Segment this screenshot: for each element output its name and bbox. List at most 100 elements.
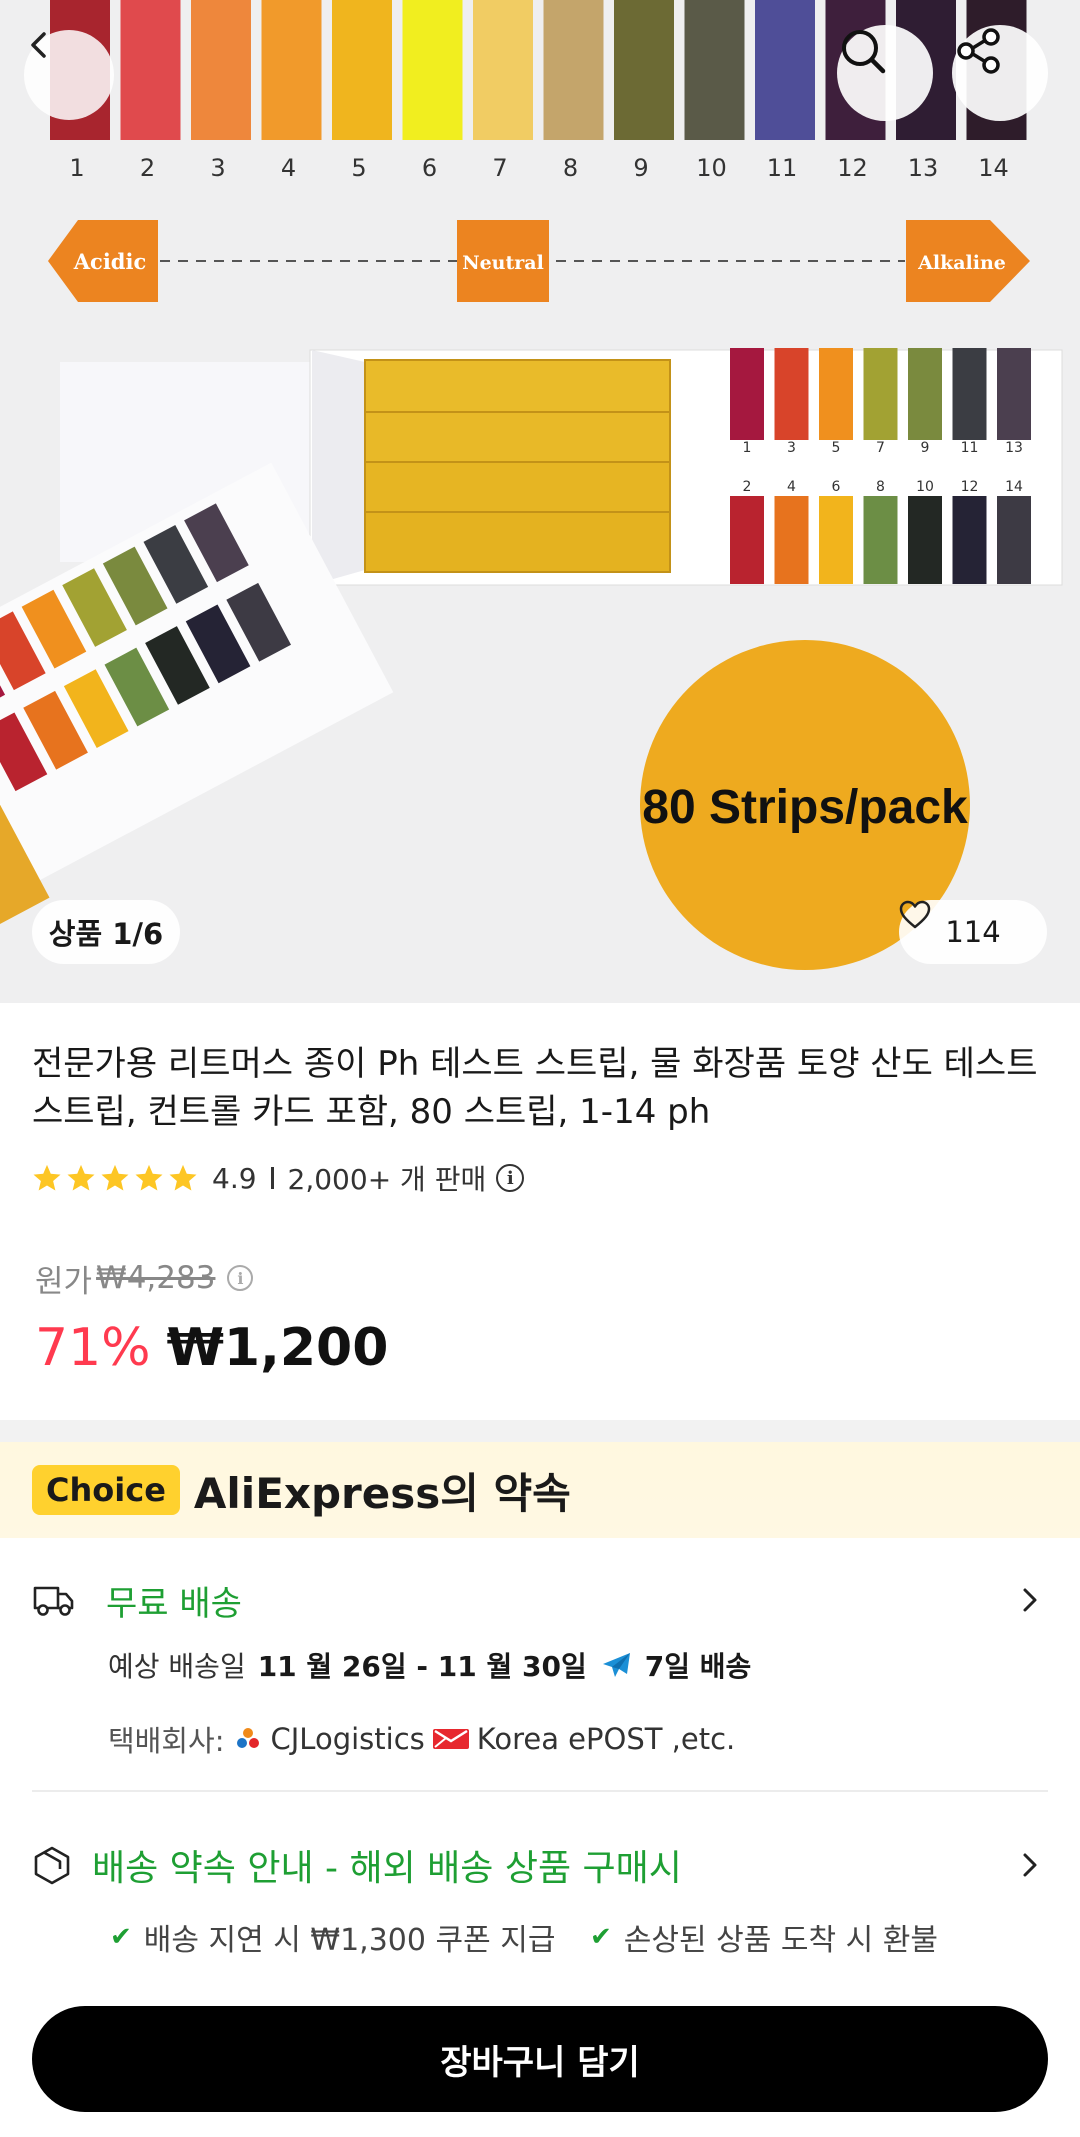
card-number: 5 — [832, 440, 841, 456]
ph-number: 3 — [210, 154, 225, 182]
strips-badge-text: 80 Strips/pack — [642, 781, 968, 834]
like-count: 114 — [945, 915, 1001, 949]
card-number: 2 — [743, 479, 752, 495]
ph-number: 14 — [978, 154, 1009, 182]
card-swatch — [908, 348, 942, 440]
carrier-2: Korea ePOST ,etc. — [476, 1722, 736, 1756]
delivery-promise-title: 배송 약속 안내 - 해외 배송 상품 구매시 — [92, 1848, 682, 1889]
ph-number: 10 — [696, 154, 727, 182]
card-number: 12 — [961, 479, 979, 495]
star-icon — [169, 1164, 197, 1191]
chevron-right-icon — [1023, 1853, 1037, 1877]
neutral-label: Neutral — [462, 252, 544, 274]
product-image-carousel[interactable]: 1 2 3 4 5 6 7 8 9 10 11 12 13 14 Acidic Neutral Alkal… — [0, 0, 1080, 1003]
carrier-1: CJLogistics — [270, 1722, 425, 1756]
search-icon — [842, 30, 886, 74]
card-number: 7 — [876, 440, 885, 456]
search-button[interactable] — [837, 25, 933, 121]
card-number: 9 — [921, 440, 930, 456]
ph-swatch — [120, 0, 181, 140]
chevron-left-icon — [31, 32, 46, 58]
scroll-fade — [0, 1950, 1080, 2010]
korea-post-logo-icon — [432, 1729, 469, 1749]
ph-swatch — [755, 0, 815, 140]
back-button[interactable] — [24, 30, 114, 120]
original-price: ₩4,283 — [96, 1260, 216, 1296]
shipping-title: 무료 배송 — [106, 1583, 242, 1624]
alkaline-label: Alkaline — [917, 252, 1006, 274]
star-rating — [32, 1163, 198, 1193]
discount-percent: 71% — [35, 1318, 151, 1378]
original-price-row: 원가 ₩4,283 i — [35, 1258, 254, 1300]
card-number: 6 — [832, 479, 841, 495]
card-swatch — [819, 348, 853, 440]
ph-number: 5 — [351, 154, 366, 182]
share-icon — [957, 28, 1000, 74]
delivery-promise-row[interactable]: 배송 약속 안내 - 해외 배송 상품 구매시 — [32, 1835, 1048, 1895]
card-swatch — [908, 496, 942, 584]
star-icon — [135, 1164, 163, 1191]
card-number: 14 — [1005, 479, 1023, 495]
box-icon — [34, 1846, 70, 1885]
divider — [32, 1790, 1048, 1792]
airplane-icon — [602, 1653, 630, 1677]
choice-badge: Choice — [32, 1465, 180, 1515]
info-icon[interactable]: i — [496, 1164, 525, 1192]
ph-number: 2 — [140, 154, 155, 182]
add-to-cart-button[interactable]: 장바구니 담기 — [32, 2006, 1048, 2112]
info-icon[interactable]: i — [227, 1265, 254, 1291]
card-swatch — [730, 348, 764, 440]
ph-swatch — [261, 0, 322, 140]
ph-swatch — [402, 0, 463, 140]
current-price: ₩1,200 — [166, 1318, 389, 1378]
ph-number: 12 — [837, 154, 868, 182]
card-swatch — [997, 348, 1031, 440]
card-swatch — [952, 348, 987, 440]
ph-swatch — [473, 0, 533, 140]
rating-score: 4.9 — [212, 1161, 257, 1195]
original-price-label: 원가 — [35, 1263, 93, 1300]
sold-count: 2,000+ 개 판매 — [287, 1163, 487, 1196]
card-swatch — [730, 496, 764, 584]
star-icon — [67, 1164, 95, 1191]
wishlist-button[interactable]: 114 — [899, 900, 1047, 964]
ph-swatch — [191, 0, 251, 140]
divider — [270, 1167, 274, 1189]
card-number: 1 — [743, 440, 752, 456]
ph-swatch — [332, 0, 392, 140]
card-swatch — [819, 496, 853, 584]
star-icon — [33, 1164, 61, 1191]
image-counter: 상품 1/6 — [32, 900, 180, 964]
ph-number-row: 1 2 3 4 5 6 7 8 9 10 11 12 13 14 — [69, 154, 1008, 182]
check-icon: ✔ — [590, 1922, 612, 1952]
product-title: 전문가용 리트머스 종이 Ph 테스트 스트립, 물 화장품 토양 산도 테스트… — [32, 1044, 1038, 1132]
ph-number: 9 — [633, 154, 648, 182]
ph-swatch — [614, 0, 674, 140]
card-number: 4 — [787, 479, 796, 495]
rating-row[interactable]: 4.9 2,000+ 개 판매 i — [32, 1158, 525, 1198]
share-button[interactable] — [952, 25, 1048, 121]
eta-dates: 11 월 26일 - 11 월 30일 — [257, 1650, 587, 1683]
free-shipping-row[interactable]: 무료 배송 — [32, 1570, 1048, 1630]
truck-icon — [33, 1586, 74, 1616]
ph-number: 7 — [492, 154, 507, 182]
section-divider — [0, 1420, 1080, 1442]
card-swatch — [952, 496, 987, 584]
ph-number: 1 — [69, 154, 84, 182]
card-number: 10 — [916, 479, 934, 495]
ph-number: 6 — [422, 154, 437, 182]
card-number: 13 — [1005, 440, 1023, 456]
chevron-right-icon — [1023, 1588, 1037, 1612]
ph-number: 8 — [563, 154, 578, 182]
ph-swatch — [543, 0, 604, 140]
ph-number: 11 — [767, 154, 798, 182]
acidic-label: Acidic — [73, 249, 147, 274]
carrier-row: 택배회사: CJLogistics Korea ePOST ,etc. — [108, 1718, 735, 1760]
ph-number: 13 — [908, 154, 939, 182]
card-swatch — [863, 348, 898, 440]
eta-label: 예상 배송일 — [108, 1650, 246, 1683]
card-swatch — [997, 496, 1031, 584]
card-swatch — [863, 496, 898, 584]
check-icon: ✔ — [110, 1922, 132, 1952]
card-swatch — [774, 348, 809, 440]
